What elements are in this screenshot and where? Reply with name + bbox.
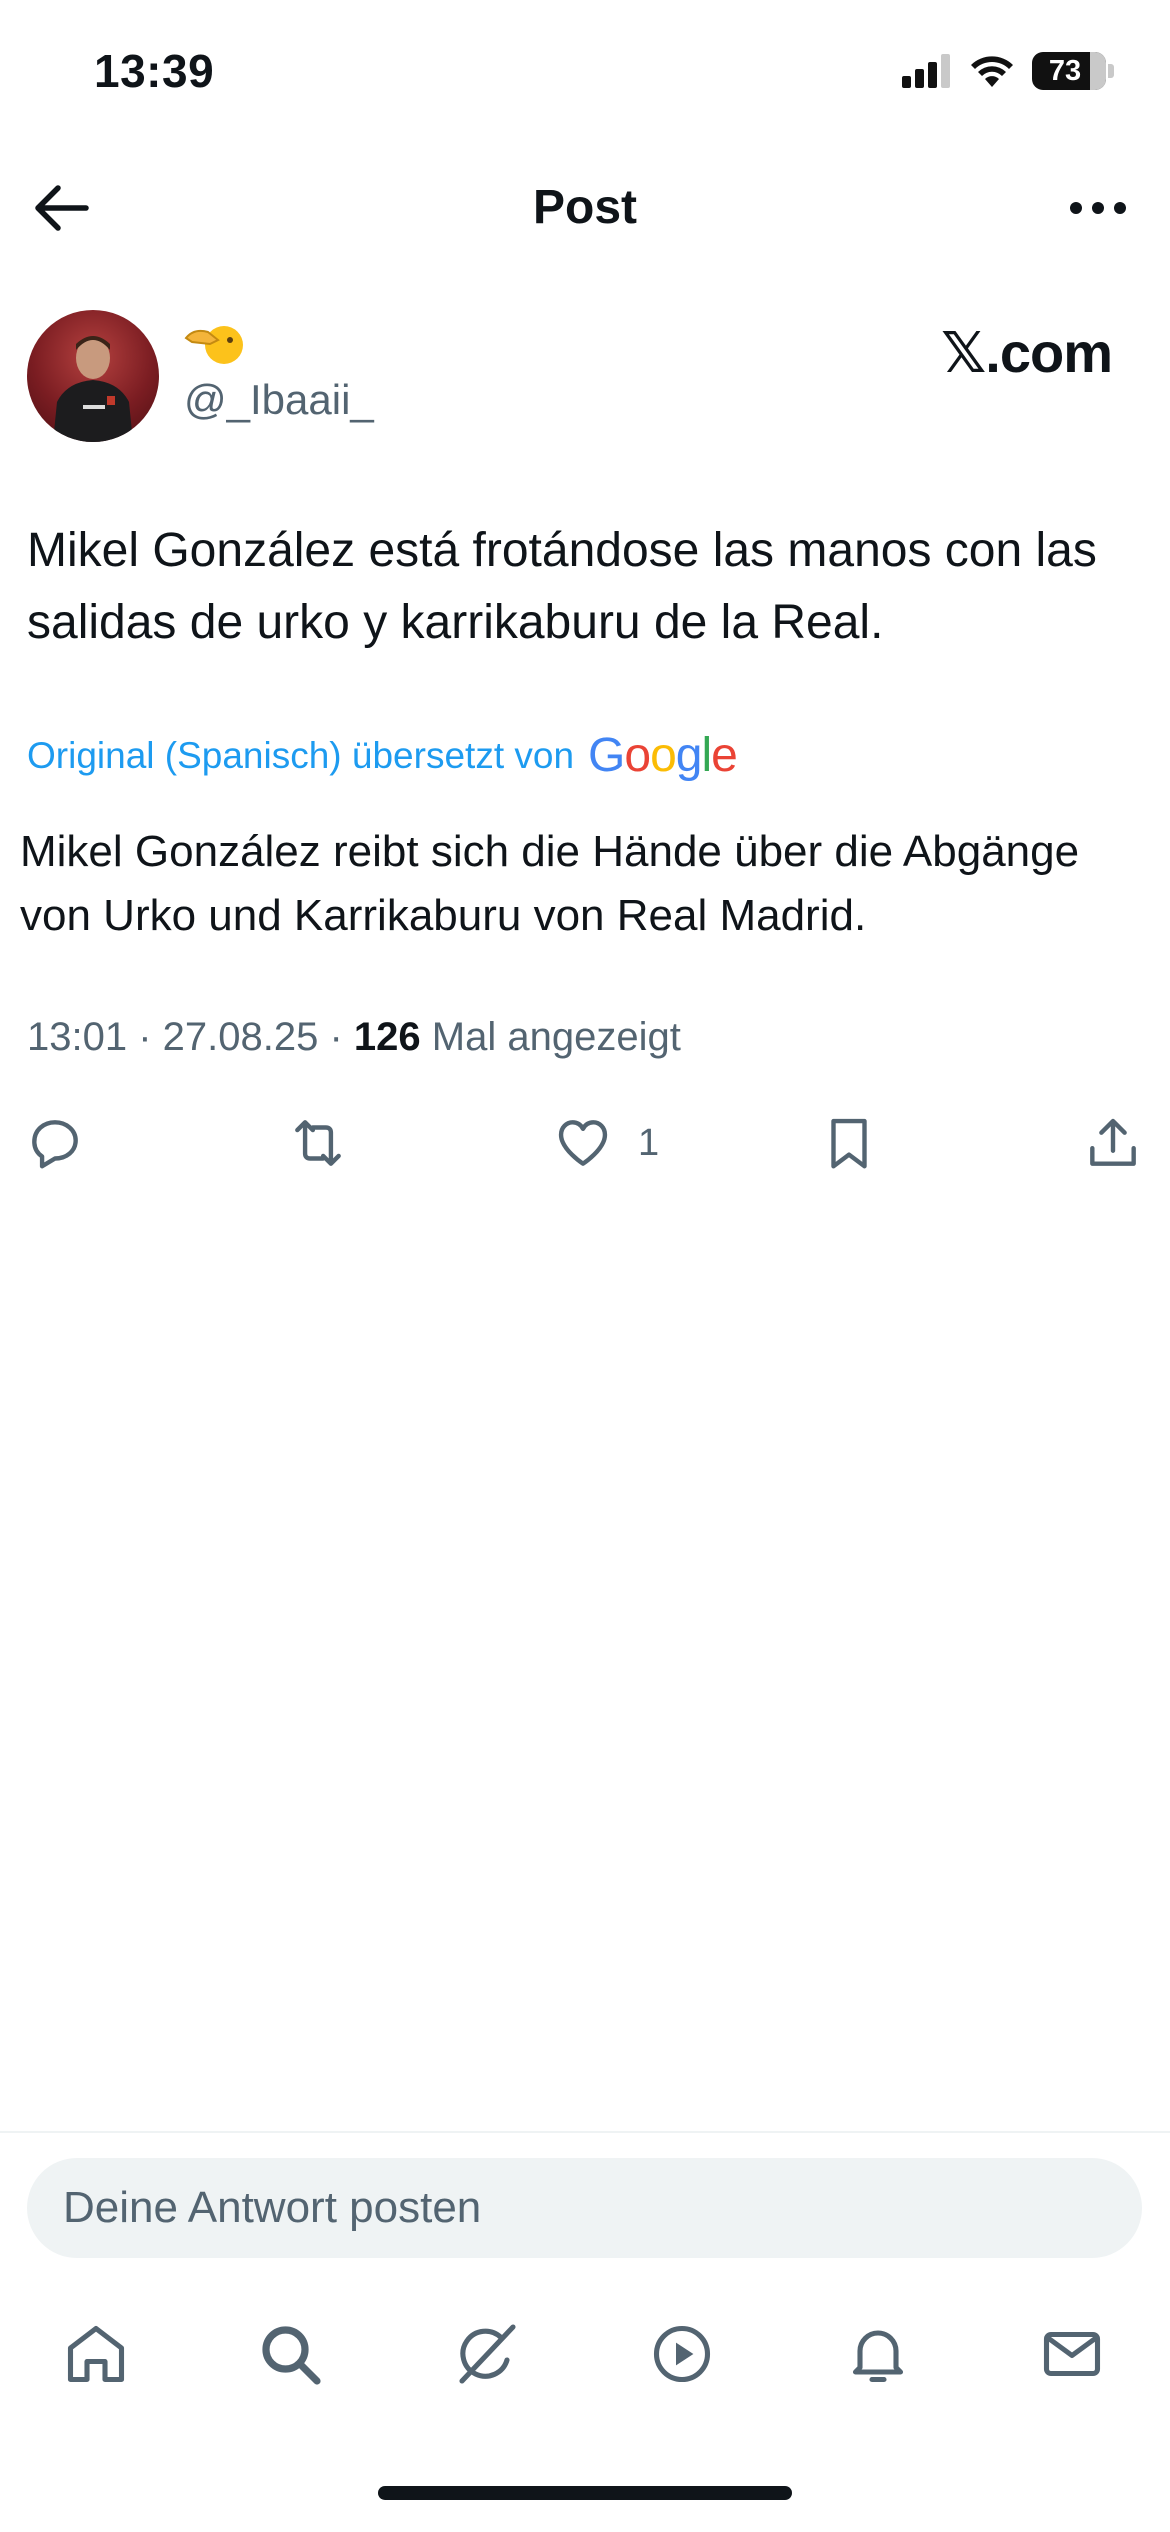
search-icon — [262, 2326, 321, 2385]
post-date: 27.08.25 — [162, 1015, 319, 1059]
translation-attribution[interactable]: Original (Spanisch) übersetzt von Google — [27, 728, 738, 783]
repost-button[interactable] — [284, 1108, 352, 1178]
home-indicator — [378, 2486, 792, 2500]
post-meta: 13:01 · 27.08.25 · 126 Mal angezeigt — [27, 1015, 681, 1059]
post-time: 13:01 — [27, 1015, 128, 1059]
like-count: 1 — [638, 1121, 660, 1164]
notifications-icon — [852, 2330, 904, 2383]
messages-icon — [1043, 2331, 1101, 2377]
tab-grok[interactable] — [448, 2316, 524, 2392]
pointing-emoji — [184, 326, 243, 364]
battery-level: 73 — [1048, 55, 1082, 87]
share-icon — [1090, 1118, 1136, 1166]
tab-search[interactable] — [252, 2316, 328, 2392]
battery-icon: 73 — [1032, 52, 1106, 90]
views-label: Mal angezeigt — [431, 1015, 681, 1059]
reply-placeholder: Deine Antwort posten — [63, 2183, 482, 2232]
bookmark-icon — [831, 1118, 867, 1169]
battery-tip — [1108, 64, 1114, 78]
bookmark-button[interactable] — [818, 1108, 880, 1178]
composer-divider — [0, 2131, 1170, 2133]
grok-icon — [459, 2324, 516, 2384]
status-time: 13:39 — [94, 45, 215, 97]
repost-icon — [295, 1120, 341, 1166]
reply-icon — [32, 1120, 78, 1169]
avatar-photo — [53, 336, 133, 442]
reply-button[interactable] — [24, 1108, 86, 1178]
cellular-signal-icon — [902, 54, 950, 88]
more-options-button[interactable] — [1062, 176, 1134, 240]
views-count: 126 — [353, 1015, 421, 1059]
post-text: Mikel González está frotándose las manos… — [27, 524, 1097, 649]
tab-notifications[interactable] — [840, 2316, 916, 2392]
wifi-icon — [971, 56, 1013, 87]
source-label: 𝕏.com — [941, 321, 1113, 384]
page-title: Post — [532, 181, 637, 234]
heart-icon — [558, 1120, 608, 1166]
video-icon — [653, 2325, 711, 2383]
reply-input[interactable]: Deine Antwort posten — [27, 2158, 1142, 2258]
home-icon — [67, 2325, 125, 2383]
avatar[interactable] — [27, 310, 159, 442]
status-icons: 73 — [902, 52, 1114, 90]
google-logo: Google — [588, 729, 738, 782]
share-button[interactable] — [1082, 1108, 1144, 1178]
translated-text: Mikel González reibt sich die Hände über… — [20, 827, 1080, 940]
like-button[interactable]: 1 — [552, 1108, 659, 1178]
tab-home[interactable] — [58, 2316, 134, 2392]
tab-messages[interactable] — [1034, 2316, 1110, 2392]
author-handle[interactable]: @_Ibaaii_ — [184, 376, 374, 424]
translation-label: Original (Spanisch) übersetzt von — [27, 734, 575, 776]
tab-video[interactable] — [644, 2316, 720, 2392]
more-options-icon — [1070, 202, 1126, 214]
